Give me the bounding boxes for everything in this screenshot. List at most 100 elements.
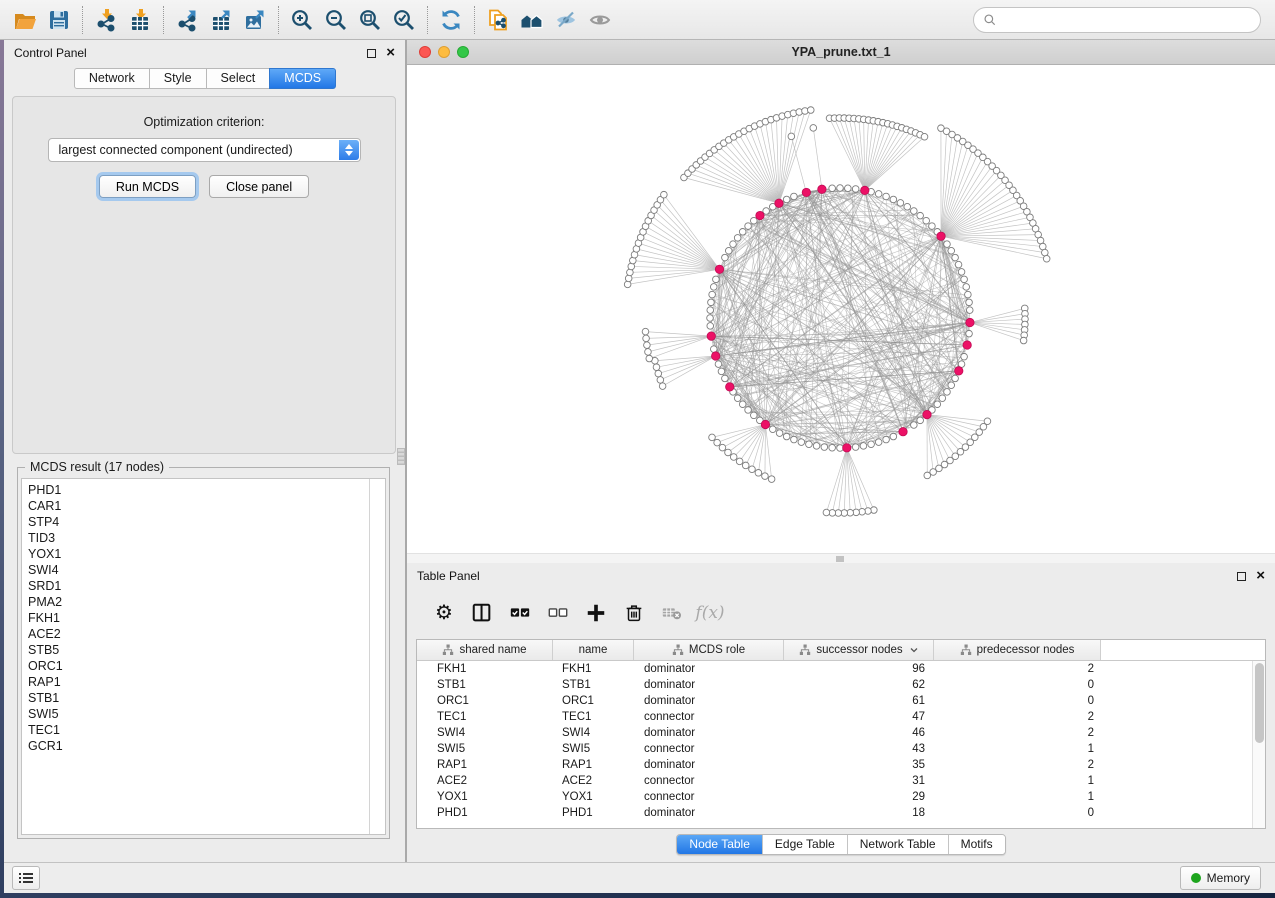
network-node[interactable] (944, 389, 951, 396)
network-node[interactable] (710, 346, 717, 353)
network-node[interactable] (829, 185, 836, 192)
network-node[interactable] (739, 401, 746, 408)
network-node[interactable] (742, 462, 749, 469)
result-list-item[interactable]: GCR1 (22, 738, 385, 754)
network-node[interactable] (719, 444, 726, 451)
result-list-item[interactable]: STB1 (22, 690, 385, 706)
tab-network[interactable]: Network (74, 68, 150, 89)
network-node[interactable] (897, 200, 904, 207)
network-node[interactable] (798, 439, 805, 446)
network-node[interactable] (917, 417, 924, 424)
result-list-item[interactable]: PMA2 (22, 594, 385, 610)
network-node[interactable] (875, 191, 882, 198)
network-node[interactable] (860, 443, 867, 450)
mcds-result-list[interactable]: PHD1CAR1STP4TID3YOX1SWI4SRD1PMA2FKH1ACE2… (21, 478, 386, 835)
column-header-MCDS-role[interactable]: MCDS role (634, 640, 784, 660)
network-node[interactable] (783, 433, 790, 440)
network-node[interactable] (966, 307, 973, 314)
import-network-icon[interactable] (89, 5, 123, 35)
network-node[interactable] (730, 454, 737, 461)
memory-button[interactable]: Memory (1180, 866, 1261, 890)
network-node[interactable] (714, 439, 721, 446)
show-columns-icon[interactable] (463, 596, 501, 630)
network-node[interactable] (655, 370, 662, 377)
network-node[interactable] (868, 441, 875, 448)
network-node[interactable] (1042, 249, 1049, 256)
network-node[interactable] (837, 185, 844, 192)
network-node[interactable] (890, 433, 897, 440)
network-node[interactable] (791, 436, 798, 443)
column-header-name[interactable]: name (553, 640, 634, 660)
refresh-layout-icon[interactable] (434, 5, 468, 35)
network-canvas[interactable] (407, 65, 1275, 553)
export-image-icon[interactable] (238, 5, 272, 35)
network-node[interactable] (745, 223, 752, 230)
mcds-hub-node[interactable] (861, 186, 869, 194)
network-node[interactable] (807, 107, 814, 114)
network-node[interactable] (965, 291, 972, 298)
result-list-item[interactable]: ORC1 (22, 658, 385, 674)
show-all-icon[interactable] (583, 5, 617, 35)
network-node[interactable] (845, 185, 852, 192)
network-node[interactable] (709, 291, 716, 298)
zoom-fit-icon[interactable] (353, 5, 387, 35)
task-history-button[interactable] (12, 866, 40, 890)
table-row[interactable]: PHD1PHD1dominator180 (417, 805, 1265, 821)
network-node[interactable] (708, 299, 715, 306)
tab-edge-table[interactable]: Edge Table (763, 835, 848, 854)
hide-selected-icon[interactable] (549, 5, 583, 35)
network-node[interactable] (890, 196, 897, 203)
table-row[interactable]: ACE2ACE2connector311 (417, 773, 1265, 789)
mcds-hub-node[interactable] (756, 211, 764, 219)
network-node[interactable] (948, 247, 955, 254)
network-node[interactable] (644, 342, 651, 349)
network-node[interactable] (657, 377, 664, 384)
mcds-hub-node[interactable] (843, 444, 851, 452)
network-node[interactable] (661, 191, 668, 198)
network-node[interactable] (769, 426, 776, 433)
tab-node-table[interactable]: Node Table (677, 835, 763, 854)
network-node[interactable] (823, 509, 830, 516)
network-node[interactable] (904, 203, 911, 210)
network-node[interactable] (911, 422, 918, 429)
network-node[interactable] (966, 330, 973, 337)
table-scroll-thumb[interactable] (1255, 663, 1264, 743)
tab-motifs[interactable]: Motifs (949, 835, 1005, 854)
table-row[interactable]: ORC1ORC1dominator610 (417, 693, 1265, 709)
add-column-icon[interactable] (577, 596, 615, 630)
delete-column-icon[interactable] (615, 596, 653, 630)
mcds-hub-node[interactable] (761, 420, 769, 428)
network-node[interactable] (734, 395, 741, 402)
network-node[interactable] (762, 473, 769, 480)
network-node[interactable] (921, 133, 928, 140)
network-node[interactable] (934, 401, 941, 408)
network-node[interactable] (709, 434, 716, 441)
network-node[interactable] (745, 407, 752, 414)
float-panel-icon[interactable] (367, 49, 376, 58)
result-list-scrollbar[interactable] (369, 479, 385, 834)
select-all-rows-icon[interactable] (501, 596, 539, 630)
result-list-item[interactable]: TEC1 (22, 722, 385, 738)
search-input[interactable] (1002, 10, 1260, 30)
zoom-in-icon[interactable] (285, 5, 319, 35)
network-node[interactable] (952, 254, 959, 261)
network-node[interactable] (788, 133, 795, 140)
network-node[interactable] (911, 208, 918, 215)
network-node[interactable] (653, 364, 660, 371)
network-node[interactable] (736, 458, 743, 465)
result-list-item[interactable]: ACE2 (22, 626, 385, 642)
table-settings-icon[interactable]: ⚙ (425, 596, 463, 630)
network-node[interactable] (1043, 255, 1050, 262)
table-row[interactable]: FKH1FKH1dominator962 (417, 661, 1265, 677)
network-node[interactable] (875, 439, 882, 446)
network-node[interactable] (710, 284, 717, 291)
network-node[interactable] (813, 443, 820, 450)
network-node[interactable] (643, 335, 650, 342)
network-node[interactable] (646, 355, 653, 362)
mcds-hub-node[interactable] (937, 232, 945, 240)
mcds-hub-node[interactable] (707, 332, 715, 340)
network-node[interactable] (821, 444, 828, 451)
network-node[interactable] (929, 223, 936, 230)
network-node[interactable] (750, 412, 757, 419)
table-row[interactable]: STB1STB1dominator620 (417, 677, 1265, 693)
